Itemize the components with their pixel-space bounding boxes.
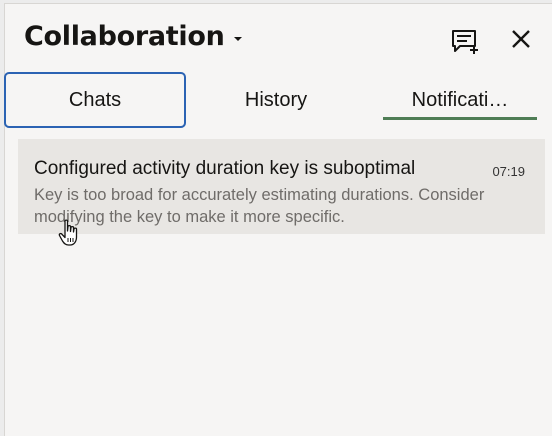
tab-history-label: History xyxy=(244,88,308,111)
new-chat-icon xyxy=(452,30,478,54)
tab-chats-label: Chats xyxy=(68,88,122,111)
tab-notifications-label: Notificati… xyxy=(411,88,509,111)
close-icon xyxy=(512,30,530,48)
chevron-down-icon xyxy=(233,36,242,41)
active-tab-indicator xyxy=(383,117,537,120)
panel-header: Collaboration xyxy=(5,4,552,70)
notification-item[interactable]: Configured activity duration key is subo… xyxy=(18,139,545,234)
tab-chats[interactable]: Chats xyxy=(4,72,186,128)
tab-history[interactable]: History xyxy=(186,72,366,128)
notification-title: Configured activity duration key is subo… xyxy=(34,158,416,179)
tab-bar: Chats History Notificati… xyxy=(4,72,552,130)
collaboration-panel: Collaboration Chats History Notificati… … xyxy=(4,3,552,436)
notification-time: 07:19 xyxy=(492,164,525,179)
close-button[interactable] xyxy=(504,22,538,56)
collaboration-menu-button[interactable]: Collaboration xyxy=(24,21,242,52)
notification-body: Key is too broad for accurately estimati… xyxy=(34,186,485,226)
panel-title: Collaboration xyxy=(24,21,225,52)
new-chat-button[interactable] xyxy=(448,24,482,58)
